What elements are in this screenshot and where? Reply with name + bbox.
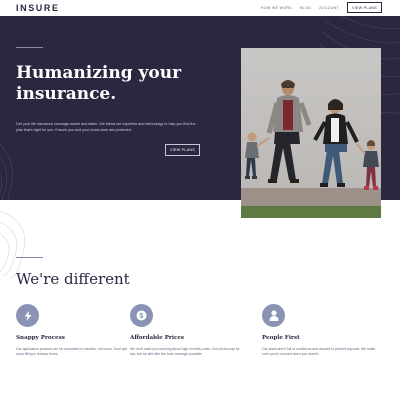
hero-title-line-2: insurance. [16,84,117,104]
site-header: INSURE HOW WE WORK BLOG ACCOUNT VIEW PLA… [0,0,400,16]
nav-link-how-we-work[interactable]: HOW WE WORK [261,6,292,10]
svg-text:$: $ [140,313,144,320]
logo[interactable]: INSURE [16,3,60,13]
hero-view-plans-button[interactable]: VIEW PLANS [165,144,200,156]
lightning-icon [16,304,39,327]
nav-link-blog[interactable]: BLOG [300,6,311,10]
feature-title: Affordable Prices [130,335,185,341]
feature-title: People First [262,335,300,341]
hero-divider [16,47,43,48]
feature-text: Our plans aren't full of conditions and … [262,347,376,357]
feature-snappy-process: Snappy Process Our application process c… [16,304,132,357]
person-icon [262,304,285,327]
dollar-coin-icon: $ [130,304,153,327]
hero-title-line-1: Humanizing your [16,63,182,83]
nav-link-account[interactable]: ACCOUNT [319,6,339,10]
feature-text: We don't want you worrying about high mo… [130,347,240,357]
hero-title: Humanizing your insurance. [16,63,216,105]
feature-text: Our application process can be completed… [16,347,128,357]
family-walking-photo [241,48,381,218]
feature-affordable-prices: $ Affordable Prices We don't want you wo… [130,304,246,357]
family-photo-illustration [241,48,381,218]
feature-people-first: People First Our plans aren't full of co… [262,304,378,357]
header-view-plans-button[interactable]: VIEW PLANS [347,2,382,13]
main-nav: HOW WE WORK BLOG ACCOUNT VIEW PLANS [261,2,382,13]
feature-title: Snappy Process [16,335,65,341]
hero-description: Get your life insurance coverage easier … [16,122,196,132]
section-divider [16,257,43,258]
section-title: We're different [16,270,130,288]
